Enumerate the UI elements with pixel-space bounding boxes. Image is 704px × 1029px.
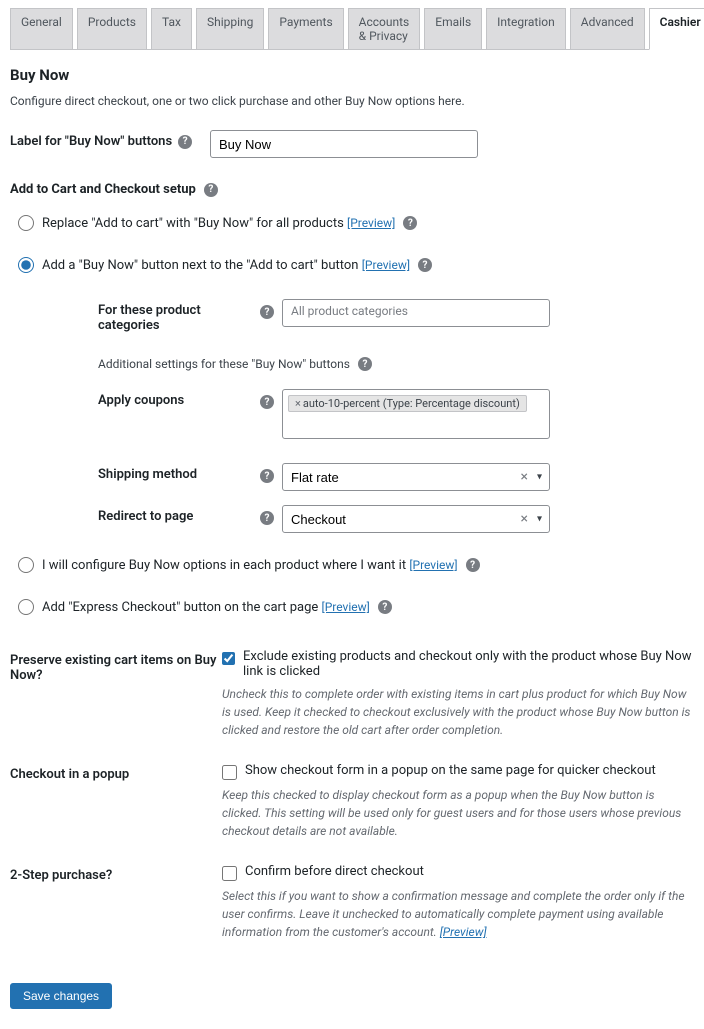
remove-tag-icon[interactable]: ×: [295, 397, 301, 410]
preview-link[interactable]: [Preview]: [440, 925, 487, 939]
radio-add-next[interactable]: [18, 257, 34, 273]
twostep-check-label: Confirm before direct checkout: [245, 864, 424, 879]
radio-add-next-label: Add a "Buy Now" button next to the "Add …: [42, 258, 410, 273]
tab-payments[interactable]: Payments: [268, 8, 343, 49]
tab-advanced[interactable]: Advanced: [570, 8, 645, 49]
page-title: Buy Now: [10, 66, 694, 84]
save-button[interactable]: Save changes: [10, 983, 112, 1009]
tab-integration[interactable]: Integration: [486, 8, 566, 49]
popup-checkbox[interactable]: [222, 765, 237, 780]
popup-hint: Keep this checked to display checkout fo…: [222, 786, 694, 840]
clear-icon[interactable]: ×: [521, 469, 528, 485]
help-icon[interactable]: ?: [204, 183, 218, 197]
page-description: Configure direct checkout, one or two cl…: [10, 94, 694, 108]
radio-replace-label: Replace "Add to cart" with "Buy Now" for…: [42, 216, 395, 231]
buy-now-label-input[interactable]: [210, 130, 478, 158]
tab-products[interactable]: Products: [77, 8, 147, 49]
shipping-select[interactable]: Flat rate: [282, 463, 550, 491]
help-icon[interactable]: ?: [466, 558, 480, 572]
settings-tabs: GeneralProductsTaxShippingPaymentsAccoun…: [10, 8, 694, 50]
preview-link[interactable]: [Preview]: [362, 258, 410, 272]
preserve-check-label: Exclude existing products and checkout o…: [243, 649, 694, 679]
categories-input[interactable]: All product categories: [282, 299, 550, 327]
radio-express[interactable]: [18, 599, 34, 615]
radio-per-product[interactable]: [18, 557, 34, 573]
help-icon[interactable]: ?: [378, 600, 392, 614]
help-icon[interactable]: ?: [358, 357, 372, 371]
tab-shipping[interactable]: Shipping: [196, 8, 264, 49]
twostep-label: 2-Step purchase?: [10, 864, 222, 883]
coupons-label: Apply coupons: [50, 389, 260, 408]
radio-express-label: Add "Express Checkout" button on the car…: [42, 600, 370, 615]
redirect-select[interactable]: Checkout: [282, 505, 550, 533]
preview-link[interactable]: [Preview]: [347, 216, 395, 230]
popup-label: Checkout in a popup: [10, 763, 222, 782]
clear-icon[interactable]: ×: [521, 511, 528, 527]
coupon-tag[interactable]: ×auto-10-percent (Type: Percentage disco…: [288, 395, 527, 412]
twostep-checkbox[interactable]: [222, 866, 237, 881]
help-icon[interactable]: ?: [260, 469, 274, 483]
cart-setup-heading: Add to Cart and Checkout setup ?: [10, 182, 694, 197]
help-icon[interactable]: ?: [260, 395, 274, 409]
label-buynow-label: Label for "Buy Now" buttons ?: [10, 130, 210, 149]
help-icon[interactable]: ?: [403, 216, 417, 230]
preview-link[interactable]: [Preview]: [322, 600, 370, 614]
help-icon[interactable]: ?: [260, 305, 274, 319]
shipping-label: Shipping method: [50, 463, 260, 482]
popup-check-label: Show checkout form in a popup on the sam…: [245, 763, 656, 778]
preserve-checkbox[interactable]: [222, 651, 235, 666]
help-icon[interactable]: ?: [260, 511, 274, 525]
preserve-label: Preserve existing cart items on Buy Now?: [10, 649, 222, 683]
coupons-input[interactable]: ×auto-10-percent (Type: Percentage disco…: [282, 389, 550, 439]
tab-general[interactable]: General: [10, 8, 73, 49]
redirect-label: Redirect to page: [50, 505, 260, 524]
help-icon[interactable]: ?: [178, 135, 192, 149]
preview-link[interactable]: [Preview]: [409, 558, 457, 572]
twostep-hint: Select this if you want to show a confir…: [222, 887, 694, 941]
help-icon[interactable]: ?: [418, 258, 432, 272]
tab-accounts-privacy[interactable]: Accounts & Privacy: [348, 8, 421, 49]
radio-replace[interactable]: [18, 215, 34, 231]
additional-settings-note: Additional settings for these "Buy Now" …: [98, 357, 694, 371]
preserve-hint: Uncheck this to complete order with exis…: [222, 685, 694, 739]
tab-tax[interactable]: Tax: [151, 8, 192, 49]
categories-label: For these product categories: [50, 299, 260, 333]
radio-per-product-label: I will configure Buy Now options in each…: [42, 558, 458, 573]
tab-cashier[interactable]: Cashier: [649, 8, 704, 50]
tab-emails[interactable]: Emails: [424, 8, 482, 49]
